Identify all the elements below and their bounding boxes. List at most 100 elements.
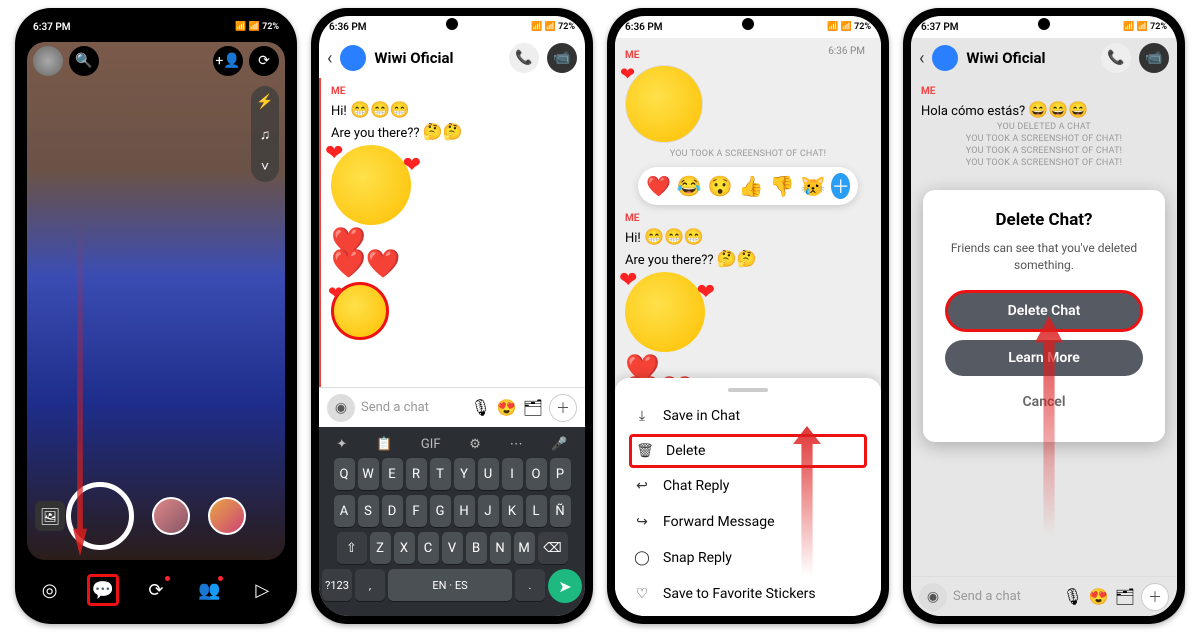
- key[interactable]: K: [502, 495, 523, 527]
- flash-icon[interactable]: ⚡: [251, 86, 279, 118]
- memories-button[interactable]: 🖼: [35, 501, 65, 531]
- key[interactable]: C: [418, 532, 439, 564]
- key[interactable]: E: [382, 458, 403, 490]
- key[interactable]: P: [550, 458, 571, 490]
- phone-camera: 6:37 PM 📶 📶 72% 🔍 +👤 ⟳ ⚡ ♫ ˅ 🖼: [15, 8, 297, 624]
- key[interactable]: Y: [454, 458, 475, 490]
- menu-favorite[interactable]: ♡Save to Favorite Stickers: [629, 576, 867, 612]
- system-message: YOU TOOK A SCREENSHOT OF CHAT!: [625, 149, 871, 159]
- sticker-kiss[interactable]: ❤: [331, 282, 389, 340]
- nav-stories-icon[interactable]: ⟳: [140, 574, 172, 606]
- nav-map-icon[interactable]: ◎: [34, 574, 66, 606]
- key[interactable]: H: [454, 495, 475, 527]
- sticker-heart-eyes[interactable]: [331, 145, 411, 225]
- chat-input[interactable]: Send a chat: [361, 400, 464, 415]
- camera-top-bar: 🔍 +👤 ⟳: [33, 46, 279, 76]
- selected-sticker[interactable]: ❤: [625, 65, 703, 143]
- kb-tool[interactable]: ⚙: [469, 437, 481, 452]
- key[interactable]: N: [490, 532, 511, 564]
- kb-tool[interactable]: ✦: [336, 437, 347, 452]
- add-friend-button[interactable]: +👤: [213, 46, 243, 76]
- back-icon[interactable]: ‹: [327, 48, 332, 69]
- menu-delete[interactable]: 🗑Delete: [629, 434, 867, 468]
- key-space[interactable]: EN · ES: [388, 569, 512, 601]
- menu-save[interactable]: ⤓Save in Chat: [629, 398, 867, 434]
- key[interactable]: B: [466, 532, 487, 564]
- reaction[interactable]: ❤️: [646, 174, 671, 198]
- key[interactable]: D: [382, 495, 403, 527]
- menu-forward[interactable]: ↪Forward Message: [629, 504, 867, 540]
- key[interactable]: Z: [370, 532, 391, 564]
- nav-friends-icon[interactable]: 👥: [193, 574, 225, 606]
- emoji-icon[interactable]: 😍: [497, 398, 517, 417]
- key[interactable]: J: [478, 495, 499, 527]
- music-icon[interactable]: ♫: [251, 118, 279, 150]
- key[interactable]: V: [442, 532, 463, 564]
- call-icon[interactable]: 📞: [509, 43, 539, 73]
- menu-reply[interactable]: ↩Chat Reply: [629, 468, 867, 504]
- contact-name[interactable]: Wiwi Oficial: [374, 49, 501, 67]
- voice-icon[interactable]: 🎙: [470, 398, 490, 417]
- key[interactable]: M: [514, 532, 535, 564]
- chat-header: ‹ Wiwi Oficial 📞 📹: [319, 38, 585, 78]
- camera-icon[interactable]: ◉: [327, 394, 355, 422]
- kb-tool[interactable]: 📋: [376, 437, 392, 452]
- key[interactable]: Q: [334, 458, 355, 490]
- key[interactable]: L: [526, 495, 547, 527]
- drag-handle[interactable]: [728, 388, 768, 392]
- more-tools-icon[interactable]: ˅: [251, 150, 279, 182]
- key[interactable]: A: [334, 495, 355, 527]
- kb-tool[interactable]: ⋯: [510, 437, 523, 452]
- heart-icon: ♡: [633, 586, 651, 602]
- key-backspace[interactable]: ⌫: [538, 532, 568, 564]
- message-2[interactable]: Are you there?? 🤔🤔: [625, 249, 871, 268]
- message-1[interactable]: Hi! 😁😁😁: [625, 227, 871, 246]
- kb-tool[interactable]: 🎤: [551, 437, 567, 452]
- video-icon[interactable]: 📹: [547, 43, 577, 73]
- message-2[interactable]: Are you there?? 🤔🤔: [331, 122, 575, 141]
- notch: [150, 18, 162, 30]
- chat-input-bar: ◉ Send a chat 🎙 😍 🗂 ＋: [319, 387, 585, 427]
- kb-tool[interactable]: GIF: [421, 437, 441, 452]
- reaction-add[interactable]: ＋: [831, 173, 850, 199]
- key-send[interactable]: ➤: [548, 569, 582, 603]
- menu-snap-reply[interactable]: ◯Snap Reply: [629, 540, 867, 576]
- key[interactable]: U: [478, 458, 499, 490]
- search-button[interactable]: 🔍: [69, 46, 99, 76]
- key-period[interactable]: .: [515, 569, 545, 601]
- key[interactable]: S: [358, 495, 379, 527]
- sticker-heart-eyes[interactable]: [625, 272, 705, 352]
- plus-icon[interactable]: ＋: [549, 394, 577, 422]
- profile-button[interactable]: [33, 46, 63, 76]
- key[interactable]: O: [526, 458, 547, 490]
- avatar[interactable]: [340, 45, 366, 71]
- key-symbols[interactable]: ?123: [322, 569, 352, 601]
- sticker-icon[interactable]: 🗂: [523, 398, 543, 417]
- key[interactable]: W: [358, 458, 379, 490]
- chat-body[interactable]: ME Hi! 😁😁😁 Are you there?? 🤔🤔 ❤️❤️❤️ ❤: [319, 78, 585, 387]
- phone-delete-dialog: 6:37 PM 📶 📶 72% ‹ Wiwi Oficial 📞 📹 ME Ho…: [903, 8, 1185, 624]
- reaction[interactable]: 👎: [770, 174, 795, 198]
- camera-tools: ⚡ ♫ ˅: [251, 86, 279, 182]
- sticker-hearts[interactable]: ❤️❤️❤️: [331, 231, 575, 276]
- nav-chat-icon[interactable]: 💬: [87, 574, 119, 606]
- lens-1[interactable]: [152, 497, 190, 535]
- reaction[interactable]: 😂: [677, 174, 702, 198]
- key[interactable]: G: [430, 495, 451, 527]
- key[interactable]: Ñ: [550, 495, 571, 527]
- key[interactable]: X: [394, 532, 415, 564]
- key-comma[interactable]: ,: [355, 569, 385, 601]
- reaction[interactable]: 😿: [801, 174, 826, 198]
- nav-spotlight-icon[interactable]: ▷: [246, 574, 278, 606]
- key[interactable]: R: [406, 458, 427, 490]
- reaction[interactable]: 👍: [739, 174, 764, 198]
- reaction[interactable]: 😯: [708, 174, 733, 198]
- flip-camera-button[interactable]: ⟳: [249, 46, 279, 76]
- message-1[interactable]: Hi! 😁😁😁: [331, 100, 575, 119]
- sender-label: ME: [331, 86, 575, 97]
- key[interactable]: F: [406, 495, 427, 527]
- key-shift[interactable]: ⇧: [337, 532, 367, 564]
- key[interactable]: T: [430, 458, 451, 490]
- key[interactable]: I: [502, 458, 523, 490]
- lens-2[interactable]: [208, 497, 246, 535]
